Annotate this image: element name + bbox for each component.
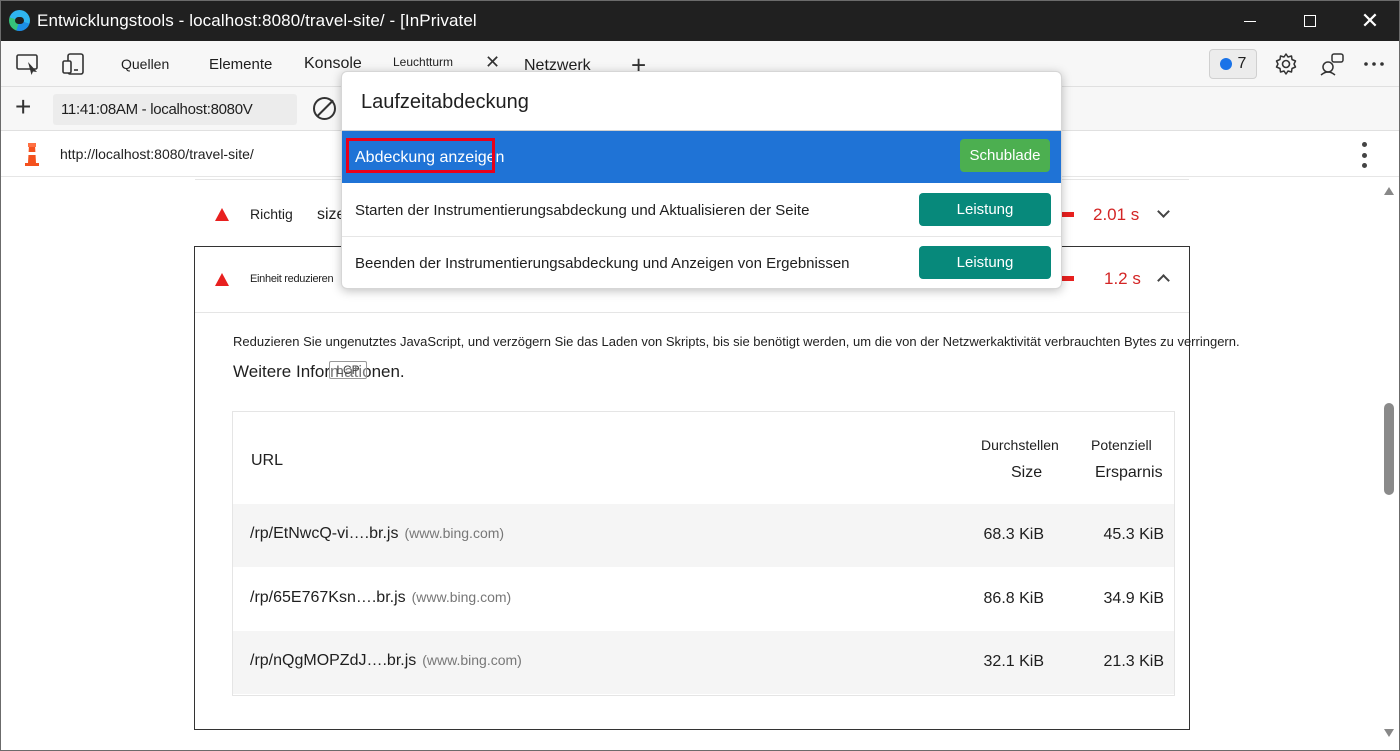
- inspect-element-icon[interactable]: [15, 52, 41, 76]
- row-domain: (www.bing.com): [411, 589, 512, 605]
- row-transfer-size: 32.1 KiB: [983, 653, 1044, 670]
- vertical-scrollbar[interactable]: [1379, 177, 1399, 750]
- table-row[interactable]: /rp/nQgMOPZdJ….br.js (www.bing.com) 32.1 …: [233, 631, 1174, 694]
- add-report-icon[interactable]: +: [15, 91, 31, 123]
- scroll-up-arrow-icon[interactable]: [1384, 187, 1394, 195]
- gear-icon[interactable]: [1273, 52, 1299, 76]
- table-row[interactable]: /rp/EtNwcQ-vi….br.js (www.bing.com) 68.3 …: [233, 504, 1174, 567]
- maximize-button[interactable]: [1283, 1, 1337, 41]
- device-emulation-icon[interactable]: [61, 52, 87, 76]
- row-url[interactable]: /rp/nQgMOPZdJ….br.js: [250, 652, 416, 669]
- warning-triangle-icon: [215, 208, 229, 221]
- command-item-label: Beenden der Instrumentierungsabdeckung u…: [355, 255, 850, 272]
- row-url[interactable]: /rp/EtNwcQ-vi….br.js: [250, 525, 398, 542]
- feedback-icon[interactable]: [1319, 52, 1345, 76]
- close-tab-icon[interactable]: ✕: [485, 52, 500, 73]
- scrollbar-thumb[interactable]: [1384, 403, 1394, 495]
- warning-triangle-icon: [215, 273, 229, 286]
- command-menu: Laufzeitabdeckung Abdeckung anzeigen Sch…: [341, 71, 1062, 289]
- command-category-performance: Leistung: [919, 246, 1051, 279]
- issues-icon: [1219, 58, 1232, 70]
- devtools-window: Entwicklungstools - localhost:8080/trave…: [0, 0, 1400, 751]
- command-category-drawer: Schublade: [960, 139, 1050, 172]
- tab-elemente[interactable]: Elemente: [209, 41, 272, 87]
- row-potential-savings: 45.3 KiB: [1103, 526, 1164, 543]
- row-domain: (www.bing.com): [404, 525, 505, 541]
- command-item-start-coverage[interactable]: Starten der Instrumentierungsabdeckung u…: [342, 184, 1061, 236]
- chevron-up-icon[interactable]: [1157, 274, 1170, 287]
- table-row[interactable]: /rp/65E767Ksn….br.js (www.bing.com) 86.8 …: [233, 568, 1174, 631]
- row-potential-savings: 34.9 KiB: [1103, 590, 1164, 607]
- report-selector[interactable]: 11:41:08AM - localhost:8080V: [53, 94, 297, 125]
- highlight-annotation: [346, 138, 495, 173]
- scroll-down-arrow-icon[interactable]: [1384, 729, 1394, 737]
- audit-savings: 2.01 s: [1093, 205, 1140, 224]
- minimize-icon: [1244, 20, 1256, 22]
- column-header-potential: Potenziell: [1091, 437, 1152, 453]
- row-potential-savings: 21.3 KiB: [1103, 653, 1164, 670]
- row-url[interactable]: /rp/65E767Ksn….br.js: [250, 589, 406, 606]
- tab-quellen[interactable]: Quellen: [121, 41, 169, 87]
- learn-more-link[interactable]: Weitere Informationen.: [233, 362, 405, 382]
- command-item-label: Starten der Instrumentierungsabdeckung u…: [355, 202, 810, 219]
- row-domain: (www.bing.com): [422, 652, 522, 668]
- command-menu-input[interactable]: Laufzeitabdeckung: [361, 91, 529, 114]
- report-url: http://localhost:8080/travel-site/: [60, 146, 254, 162]
- issues-count: 7: [1237, 55, 1247, 72]
- command-category-performance: Leistung: [919, 193, 1051, 226]
- close-window-button[interactable]: ✕: [1343, 1, 1397, 41]
- audit-title: Einheit reduzieren: [250, 273, 334, 285]
- window-title: Entwicklungstools - localhost:8080/trave…: [37, 11, 477, 30]
- lighthouse-icon: [25, 143, 39, 166]
- command-item-stop-coverage[interactable]: Beenden der Instrumentierungsabdeckung u…: [342, 237, 1061, 288]
- savings-bar: [1061, 212, 1074, 217]
- row-transfer-size: 68.3 KiB: [983, 526, 1044, 543]
- more-options-icon[interactable]: [1361, 52, 1387, 76]
- issues-counter-button[interactable]: 7: [1209, 49, 1257, 79]
- column-header-transfer-size: Size: [1011, 464, 1043, 481]
- savings-bar: [1061, 276, 1074, 281]
- maximize-icon: [1304, 15, 1316, 27]
- chevron-down-icon[interactable]: [1157, 205, 1170, 218]
- title-bar: Entwicklungstools - localhost:8080/trave…: [1, 1, 1399, 41]
- minimize-button[interactable]: [1223, 1, 1277, 41]
- audit-expanded-panel: Einheit reduzieren 1.2 s Reduzieren Sie …: [194, 246, 1240, 730]
- report-menu-icon[interactable]: [1361, 142, 1367, 168]
- column-header-url: URL: [251, 452, 284, 469]
- audit-title: Richtig: [250, 206, 293, 222]
- clear-reports-icon[interactable]: [313, 97, 336, 120]
- audit-savings: 1.2 s: [1104, 269, 1141, 288]
- column-header-savings: Ersparnis: [1095, 464, 1163, 481]
- column-header-transfer: Durchstellen: [981, 437, 1059, 453]
- row-transfer-size: 86.8 KiB: [983, 590, 1044, 607]
- edge-app-icon: [9, 10, 30, 31]
- lcp-badge: LCP: [329, 361, 367, 379]
- audit-description: Reduzieren Sie ungenutztes JavaScript, u…: [233, 334, 1240, 349]
- unused-js-table: URL Durchstellen Size Potenziell Ersparn…: [232, 411, 1175, 696]
